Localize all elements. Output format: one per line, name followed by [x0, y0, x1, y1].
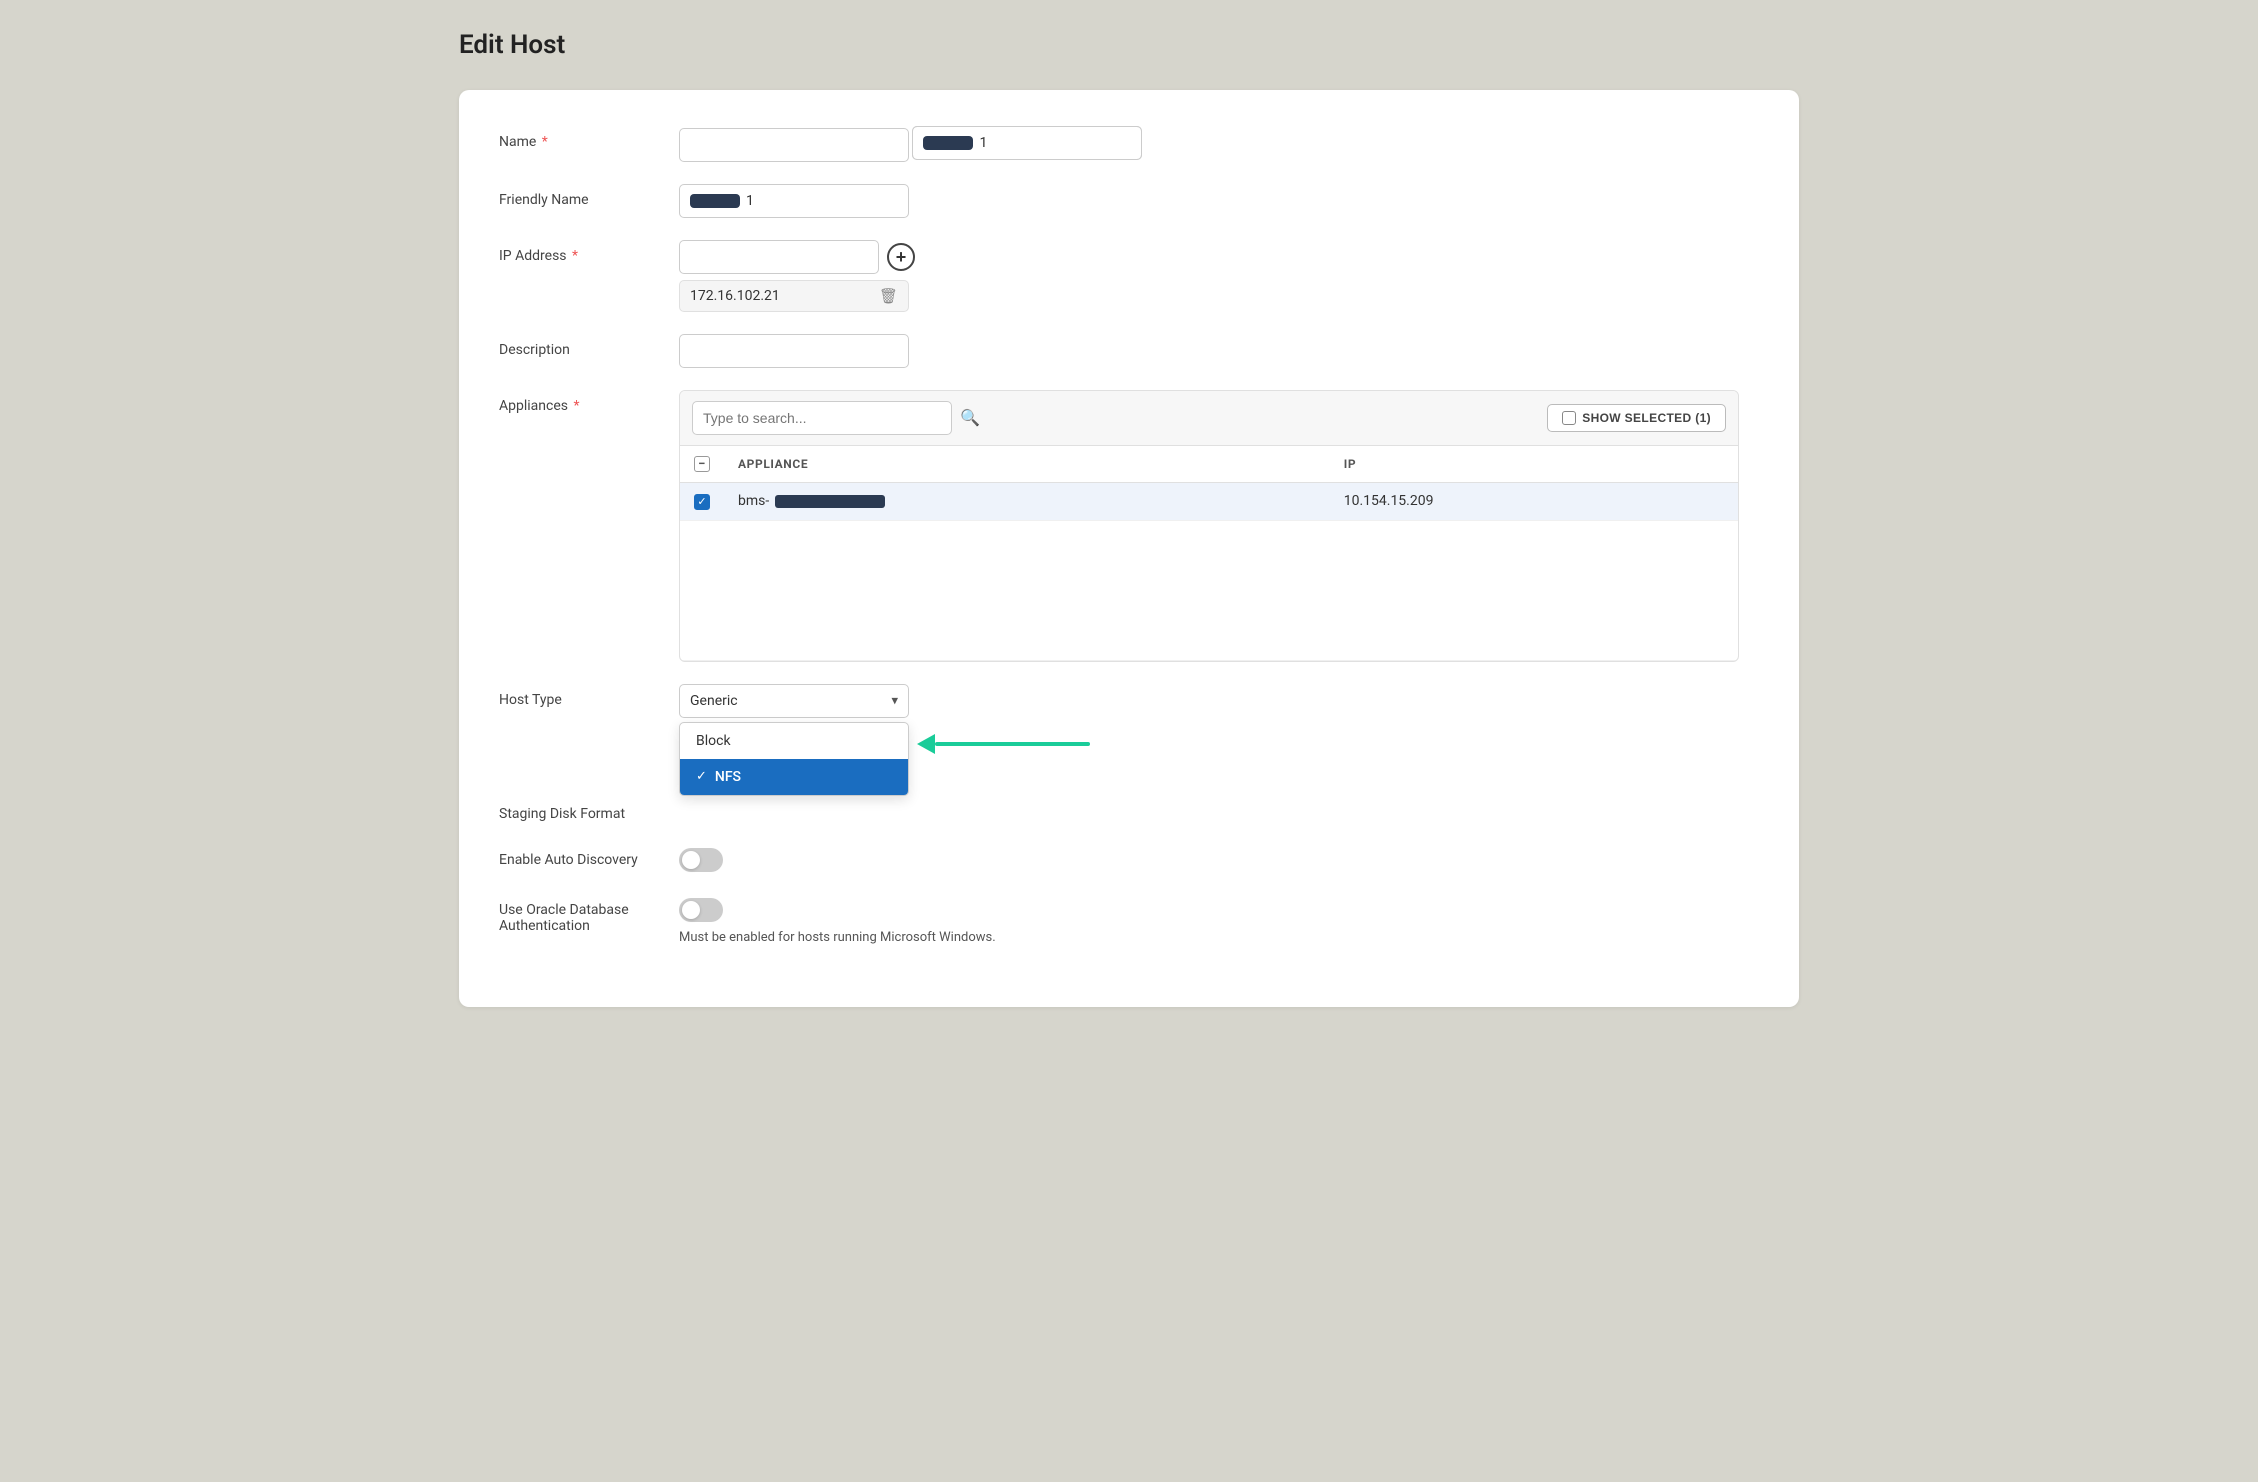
name-field: 1 — [679, 126, 1199, 162]
friendly-name-label: Friendly Name — [499, 184, 679, 208]
dropdown-item-block[interactable]: Block — [680, 723, 908, 759]
appliances-search-bar: 🔍 SHOW SELECTED (1) — [680, 391, 1738, 446]
name-input-display[interactable] — [912, 126, 1142, 160]
arrow-line — [935, 742, 1090, 746]
host-type-value: Generic — [690, 693, 738, 709]
host-type-select-wrap: Generic ▾ — [679, 684, 909, 718]
friendly-name-row: Friendly Name 1 — [499, 184, 1759, 218]
appliance-search-button[interactable]: 🔍 — [960, 408, 980, 428]
host-type-row: Host Type Generic ▾ Block — [499, 684, 1759, 718]
host-type-dropdown-container: Generic ▾ Block ✓ NFS — [679, 684, 1199, 718]
show-selected-button[interactable]: SHOW SELECTED (1) — [1547, 404, 1726, 432]
ip-required-star: * — [572, 248, 578, 264]
row-checkbox-cell — [680, 483, 724, 521]
empty-row — [680, 520, 1738, 660]
name-required-star: * — [542, 134, 548, 150]
ip-input-row: + — [679, 240, 1199, 274]
ip-address-field: + 172.16.102.21 🗑 — [679, 240, 1199, 312]
form-card: Name * 1 Friendly Name — [459, 90, 1799, 1007]
dropdown-item-nfs[interactable]: ✓ NFS — [680, 759, 908, 795]
oracle-auth-toggle[interactable] — [679, 898, 723, 922]
search-input-wrap: 🔍 — [692, 401, 980, 435]
oracle-auth-label-line1: Use Oracle Database — [499, 902, 629, 918]
ip-address-row: IP Address * + 172.16.102.21 🗑 — [499, 240, 1759, 312]
host-type-dropdown-menu: Block ✓ NFS — [679, 722, 909, 796]
auto-discovery-label: Enable Auto Discovery — [499, 844, 679, 868]
arrow-annotation — [919, 734, 1090, 754]
name-row: Name * 1 — [499, 126, 1759, 162]
appliances-table-header: APPLIANCE IP — [680, 446, 1738, 483]
ip-address-label: IP Address * — [499, 240, 679, 264]
ip-existing-row: 172.16.102.21 🗑 — [679, 280, 909, 312]
header-appliance: APPLIANCE — [724, 446, 1330, 483]
name-input[interactable] — [679, 128, 909, 162]
host-type-label: Host Type — [499, 684, 679, 708]
friendly-name-field: 1 — [679, 184, 1199, 218]
arrow-head-icon — [917, 734, 935, 754]
appliances-required-star: * — [573, 398, 579, 414]
staging-disk-row: Staging Disk Format — [499, 798, 1759, 822]
name-label: Name * — [499, 126, 679, 150]
auto-discovery-row: Enable Auto Discovery — [499, 844, 1759, 872]
description-input[interactable] — [679, 334, 909, 368]
ip-existing-value: 172.16.102.21 — [690, 288, 780, 304]
ip-section: + 172.16.102.21 🗑 — [679, 240, 1199, 312]
ip-input[interactable] — [679, 240, 879, 274]
oracle-auth-label: Use Oracle Database Authentication — [499, 894, 679, 934]
page-container: Edit Host Name * 1 Friend — [459, 20, 1799, 1007]
host-type-chevron-icon: ▾ — [891, 693, 898, 708]
table-row: bms- 10.154.15.209 — [680, 483, 1738, 521]
auto-discovery-field — [679, 844, 1199, 872]
appliances-row: Appliances * 🔍 SHOW SELECTED (1) — [499, 390, 1759, 662]
oracle-auth-row: Use Oracle Database Authentication Must … — [499, 894, 1759, 945]
appliances-wrapper: 🔍 SHOW SELECTED (1) — [679, 390, 1739, 662]
show-selected-label: SHOW SELECTED (1) — [1582, 411, 1711, 425]
oracle-auth-hint: Must be enabled for hosts running Micros… — [679, 930, 1199, 945]
row-checkbox[interactable] — [694, 494, 710, 510]
oracle-auth-toggle-container — [679, 894, 1199, 922]
appliances-label: Appliances * — [499, 390, 679, 414]
description-field — [679, 334, 1199, 368]
header-checkbox[interactable] — [694, 456, 710, 472]
ip-delete-icon[interactable]: 🗑 — [879, 287, 898, 305]
row-appliance-ip: 10.154.15.209 — [1330, 483, 1738, 521]
nfs-label: NFS — [715, 769, 741, 785]
friendly-name-masked — [690, 194, 740, 208]
host-type-select[interactable]: Generic ▾ — [679, 684, 909, 718]
nfs-checkmark-icon: ✓ — [696, 769, 707, 784]
show-selected-checkbox — [1562, 411, 1576, 425]
appliances-table: APPLIANCE IP bms- — [680, 446, 1738, 661]
header-ip: IP — [1330, 446, 1738, 483]
oracle-auth-label-line2: Authentication — [499, 918, 590, 934]
description-label: Description — [499, 334, 679, 358]
description-row: Description — [499, 334, 1759, 368]
appliance-name-masked — [775, 495, 885, 508]
auto-discovery-toggle[interactable] — [679, 848, 723, 872]
auto-discovery-toggle-container — [679, 844, 1199, 872]
appliances-field: 🔍 SHOW SELECTED (1) — [679, 390, 1739, 662]
appliance-search-input[interactable] — [692, 401, 952, 435]
page-title: Edit Host — [459, 20, 1799, 70]
block-label: Block — [696, 733, 731, 749]
auto-discovery-toggle-knob — [682, 851, 700, 869]
row-appliance-name: bms- — [724, 483, 1330, 521]
ip-add-button[interactable]: + — [887, 243, 915, 271]
host-type-field: Generic ▾ Block ✓ NFS — [679, 684, 1199, 718]
friendly-name-suffix: 1 — [746, 193, 754, 209]
oracle-auth-toggle-knob — [682, 901, 700, 919]
header-checkbox-cell — [680, 446, 724, 483]
staging-disk-label: Staging Disk Format — [499, 798, 679, 822]
oracle-auth-field: Must be enabled for hosts running Micros… — [679, 894, 1199, 945]
